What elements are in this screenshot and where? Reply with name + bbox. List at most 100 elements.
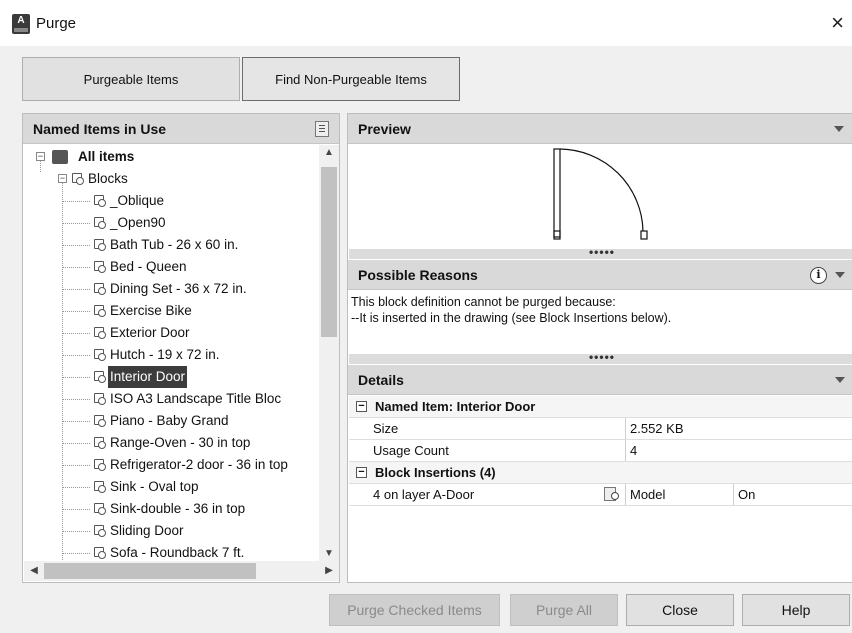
tree-group-blocks[interactable]: − Blocks xyxy=(24,168,314,190)
usage-value: 4 xyxy=(625,440,852,461)
details-row-size: Size 2.552 KB xyxy=(349,418,852,440)
tree-item[interactable]: _Open90 xyxy=(24,212,314,234)
block-icon xyxy=(90,480,106,494)
close-icon[interactable]: × xyxy=(831,10,844,36)
scroll-left-icon[interactable]: ◀ xyxy=(24,565,44,576)
horizontal-scroll-thumb[interactable] xyxy=(44,563,256,579)
reasons-header[interactable]: Possible Reasons i xyxy=(348,260,852,290)
close-button[interactable]: Close xyxy=(626,594,734,626)
tree-item[interactable]: _Oblique xyxy=(24,190,314,212)
block-insertions-section[interactable]: − Block Insertions (4) xyxy=(349,462,852,484)
collapse-icon[interactable]: − xyxy=(356,401,367,412)
reason-line-2: --It is inserted in the drawing (see Blo… xyxy=(351,311,672,325)
tree-item-label: Piano - Baby Grand xyxy=(110,413,229,428)
block-icon xyxy=(90,194,106,208)
tree-item-label: Sink-double - 36 in top xyxy=(110,501,246,516)
window-title: Purge xyxy=(36,15,77,32)
tree-item[interactable]: Sofa - Roundback 7 ft. xyxy=(24,542,314,561)
block-icon xyxy=(90,282,106,296)
tree-item-selected[interactable]: Interior Door xyxy=(24,366,314,388)
reasons-body: This block definition cannot be purged b… xyxy=(349,292,852,352)
block-icon xyxy=(90,260,106,274)
block-icon xyxy=(90,546,106,560)
tree-item-label: Dining Set - 36 x 72 in. xyxy=(110,281,247,296)
block-icon xyxy=(90,370,106,384)
tree-item[interactable]: Sink-double - 36 in top xyxy=(24,498,314,520)
all-items-icon xyxy=(52,150,68,164)
tree-item[interactable]: Sliding Door xyxy=(24,520,314,542)
block-icon xyxy=(90,216,106,230)
info-icon[interactable]: i xyxy=(810,267,827,284)
named-item-section[interactable]: − Named Item: Interior Door xyxy=(349,396,852,418)
chevron-down-icon[interactable] xyxy=(834,126,844,132)
insertion-row[interactable]: 4 on layer A-Door Model On xyxy=(349,484,852,506)
tree-item-label: _Oblique xyxy=(110,193,165,208)
vertical-scroll-thumb[interactable] xyxy=(321,167,337,337)
collapse-icon[interactable]: − xyxy=(58,174,67,183)
tree-item[interactable]: Dining Set - 36 x 72 in. xyxy=(24,278,314,300)
chevron-down-icon[interactable] xyxy=(835,377,845,383)
named-items-header: Named Items in Use xyxy=(23,114,339,144)
preview-header[interactable]: Preview xyxy=(348,114,852,144)
tree-item-label: Hutch - 19 x 72 in. xyxy=(110,347,220,362)
tree-root-row[interactable]: − All items xyxy=(24,146,314,168)
tree-item-label: Interior Door xyxy=(108,366,188,388)
title-bar: A Purge × xyxy=(0,0,852,46)
details-row-usage: Usage Count 4 xyxy=(349,440,852,462)
block-icon xyxy=(90,348,106,362)
reason-line-1: This block definition cannot be purged b… xyxy=(351,295,616,309)
right-panel: Preview ••••• Possible Reasons i This bl… xyxy=(347,113,852,583)
tree-horizontal-scrollbar[interactable]: ◀ ▶ xyxy=(24,561,339,581)
block-icon xyxy=(90,502,106,516)
insertion-space: Model xyxy=(625,484,733,505)
block-icon xyxy=(90,458,106,472)
named-item-label: Named Item: Interior Door xyxy=(375,399,536,414)
insertion-state: On xyxy=(733,484,852,505)
tree-item[interactable]: Hutch - 19 x 72 in. xyxy=(24,344,314,366)
purge-all-button[interactable]: Purge All xyxy=(510,594,618,626)
tree-item-label: Exterior Door xyxy=(110,325,190,340)
block-icon xyxy=(90,436,106,450)
details-title: Details xyxy=(358,372,404,388)
block-insertions-label: Block Insertions (4) xyxy=(375,465,496,480)
tree-item[interactable]: Refrigerator-2 door - 36 in top xyxy=(24,454,314,476)
help-button[interactable]: Help xyxy=(742,594,850,626)
tree-item-label: Bed - Queen xyxy=(110,259,187,274)
collapse-icon[interactable]: − xyxy=(356,467,367,478)
chevron-down-icon[interactable] xyxy=(835,272,845,278)
tree-item[interactable]: Piano - Baby Grand xyxy=(24,410,314,432)
lookup-icon[interactable] xyxy=(604,487,622,503)
collapse-icon[interactable]: − xyxy=(36,152,45,161)
block-icon xyxy=(90,304,106,318)
tree-group-label: Blocks xyxy=(88,171,128,186)
tree-item[interactable]: Range-Oven - 30 in top xyxy=(24,432,314,454)
details-header[interactable]: Details xyxy=(348,365,852,395)
tree-item[interactable]: Exercise Bike xyxy=(24,300,314,322)
tree-root-label: All items xyxy=(78,149,135,164)
tree-item[interactable]: Bed - Queen xyxy=(24,256,314,278)
tab-find-non-purgeable-items[interactable]: Find Non-Purgeable Items xyxy=(242,57,460,101)
tree-item-label: Refrigerator-2 door - 36 in top xyxy=(110,457,288,472)
tree-item-label: Sink - Oval top xyxy=(110,479,199,494)
tree-item[interactable]: Sink - Oval top xyxy=(24,476,314,498)
block-icon xyxy=(90,238,106,252)
usage-label: Usage Count xyxy=(373,443,449,458)
size-value: 2.552 KB xyxy=(625,418,852,439)
tree-item[interactable]: ISO A3 Landscape Title Bloc xyxy=(24,388,314,410)
splitter-handle[interactable]: ••••• xyxy=(349,246,852,259)
items-tree: − All items − Blocks _Oblique _Open90 Ba… xyxy=(24,146,318,561)
tree-item-label: Bath Tub - 26 x 60 in. xyxy=(110,237,239,252)
splitter-handle[interactable]: ••••• xyxy=(349,351,852,364)
tab-purgeable-items[interactable]: Purgeable Items xyxy=(22,57,240,101)
scroll-right-icon[interactable]: ▶ xyxy=(319,565,339,576)
insertion-label: 4 on layer A-Door xyxy=(373,487,475,502)
scroll-down-icon[interactable]: ▼ xyxy=(319,548,339,559)
tree-item[interactable]: Exterior Door xyxy=(24,322,314,344)
purge-checked-items-button[interactable]: Purge Checked Items xyxy=(329,594,500,626)
scroll-up-icon[interactable]: ▲ xyxy=(319,147,339,158)
reasons-title: Possible Reasons xyxy=(358,267,478,283)
tree-item[interactable]: Bath Tub - 26 x 60 in. xyxy=(24,234,314,256)
sort-icon[interactable] xyxy=(315,121,329,137)
block-preview xyxy=(349,145,852,248)
tree-vertical-scrollbar[interactable]: ▲ ▼ xyxy=(319,145,339,561)
